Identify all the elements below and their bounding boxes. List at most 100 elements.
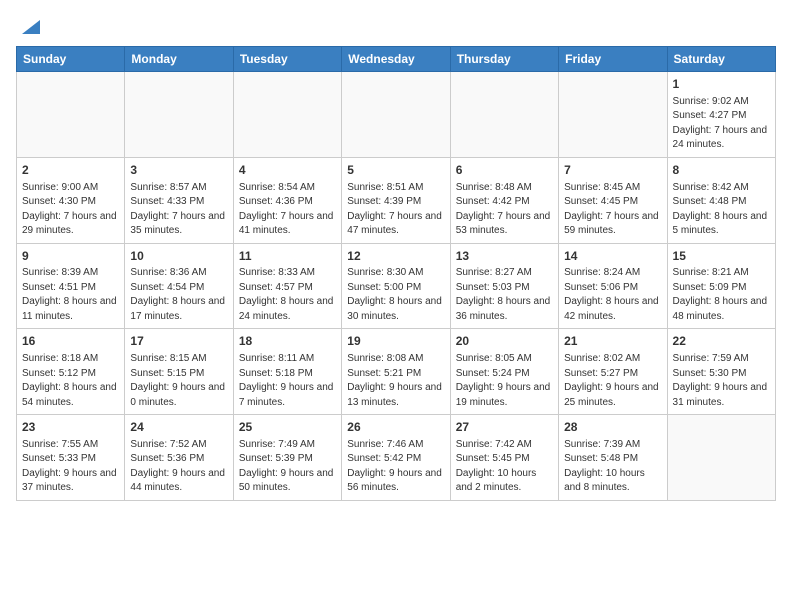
weekday-header-friday: Friday <box>559 47 667 72</box>
day-number: 12 <box>347 248 444 265</box>
calendar-week-row: 16 Sunrise: 8:18 AM Sunset: 5:12 PM Dayli… <box>17 329 776 415</box>
weekday-header-row: SundayMondayTuesdayWednesdayThursdayFrid… <box>17 47 776 72</box>
calendar-week-row: 1 Sunrise: 9:02 AM Sunset: 4:27 PM Daylig… <box>17 72 776 158</box>
day-info: Sunrise: 7:52 AM Sunset: 5:36 PM Dayligh… <box>130 438 227 496</box>
day-info: Sunrise: 8:15 AM Sunset: 5:15 PM Dayligh… <box>130 352 227 410</box>
day-info: Sunrise: 7:39 AM Sunset: 5:48 PM Dayligh… <box>564 438 661 496</box>
calendar-cell: 3Sunrise: 8:57 AM Sunset: 4:33 PM Daylig… <box>125 157 233 243</box>
day-number: 4 <box>239 162 336 179</box>
calendar-cell: 1 Sunrise: 9:02 AM Sunset: 4:27 PM Daylig… <box>667 72 775 158</box>
day-number: 1 <box>673 76 770 93</box>
day-number: 10 <box>130 248 227 265</box>
day-info: Sunrise: 8:51 AM Sunset: 4:39 PM Dayligh… <box>347 181 444 239</box>
calendar-cell: 28 Sunrise: 7:39 AM Sunset: 5:48 PM Dayli… <box>559 415 667 501</box>
day-number: 8 <box>673 162 770 179</box>
calendar-cell: 20Sunrise: 8:05 AM Sunset: 5:24 PM Dayli… <box>450 329 558 415</box>
day-info: Sunrise: 8:30 AM Sunset: 5:00 PM Dayligh… <box>347 266 444 324</box>
day-number: 18 <box>239 333 336 350</box>
day-info: Sunrise: 8:02 AM Sunset: 5:27 PM Dayligh… <box>564 352 661 410</box>
day-number: 14 <box>564 248 661 265</box>
calendar-cell: 14Sunrise: 8:24 AM Sunset: 5:06 PM Dayli… <box>559 243 667 329</box>
calendar-week-row: 9Sunrise: 8:39 AM Sunset: 4:51 PM Daylig… <box>17 243 776 329</box>
calendar-cell: 17 Sunrise: 8:15 AM Sunset: 5:15 PM Dayli… <box>125 329 233 415</box>
calendar-cell: 2 Sunrise: 9:00 AM Sunset: 4:30 PM Daylig… <box>17 157 125 243</box>
day-number: 13 <box>456 248 553 265</box>
day-number: 21 <box>564 333 661 350</box>
day-info: Sunrise: 8:39 AM Sunset: 4:51 PM Dayligh… <box>22 266 119 324</box>
day-info: Sunrise: 7:55 AM Sunset: 5:33 PM Dayligh… <box>22 438 119 496</box>
day-info: Sunrise: 8:21 AM Sunset: 5:09 PM Dayligh… <box>673 266 770 324</box>
day-number: 17 <box>130 333 227 350</box>
day-number: 6 <box>456 162 553 179</box>
day-info: Sunrise: 8:08 AM Sunset: 5:21 PM Dayligh… <box>347 352 444 410</box>
weekday-header-sunday: Sunday <box>17 47 125 72</box>
calendar-cell <box>342 72 450 158</box>
calendar-cell: 16 Sunrise: 8:18 AM Sunset: 5:12 PM Dayli… <box>17 329 125 415</box>
calendar-cell: 25Sunrise: 7:49 AM Sunset: 5:39 PM Dayli… <box>233 415 341 501</box>
day-info: Sunrise: 7:59 AM Sunset: 5:30 PM Dayligh… <box>673 352 770 410</box>
day-info: Sunrise: 8:36 AM Sunset: 4:54 PM Dayligh… <box>130 266 227 324</box>
calendar-cell: 22Sunrise: 7:59 AM Sunset: 5:30 PM Dayli… <box>667 329 775 415</box>
calendar-cell: 12Sunrise: 8:30 AM Sunset: 5:00 PM Dayli… <box>342 243 450 329</box>
calendar-week-row: 23 Sunrise: 7:55 AM Sunset: 5:33 PM Dayli… <box>17 415 776 501</box>
calendar-cell: 13Sunrise: 8:27 AM Sunset: 5:03 PM Dayli… <box>450 243 558 329</box>
calendar-cell: 19 Sunrise: 8:08 AM Sunset: 5:21 PM Dayli… <box>342 329 450 415</box>
day-info: Sunrise: 8:45 AM Sunset: 4:45 PM Dayligh… <box>564 181 661 239</box>
calendar-cell <box>233 72 341 158</box>
day-number: 19 <box>347 333 444 350</box>
calendar-cell <box>667 415 775 501</box>
calendar-cell: 7 Sunrise: 8:45 AM Sunset: 4:45 PM Daylig… <box>559 157 667 243</box>
day-info: Sunrise: 8:18 AM Sunset: 5:12 PM Dayligh… <box>22 352 119 410</box>
day-info: Sunrise: 8:42 AM Sunset: 4:48 PM Dayligh… <box>673 181 770 239</box>
day-info: Sunrise: 7:42 AM Sunset: 5:45 PM Dayligh… <box>456 438 553 496</box>
logo <box>16 16 40 38</box>
day-info: Sunrise: 8:48 AM Sunset: 4:42 PM Dayligh… <box>456 181 553 239</box>
calendar-body: 1 Sunrise: 9:02 AM Sunset: 4:27 PM Daylig… <box>17 72 776 501</box>
calendar-cell <box>559 72 667 158</box>
day-number: 16 <box>22 333 119 350</box>
calendar-cell: 10Sunrise: 8:36 AM Sunset: 4:54 PM Dayli… <box>125 243 233 329</box>
calendar-cell: 5 Sunrise: 8:51 AM Sunset: 4:39 PM Daylig… <box>342 157 450 243</box>
day-info: Sunrise: 9:02 AM Sunset: 4:27 PM Dayligh… <box>673 95 770 153</box>
day-info: Sunrise: 8:11 AM Sunset: 5:18 PM Dayligh… <box>239 352 336 410</box>
day-info: Sunrise: 8:54 AM Sunset: 4:36 PM Dayligh… <box>239 181 336 239</box>
calendar-cell: 23 Sunrise: 7:55 AM Sunset: 5:33 PM Dayli… <box>17 415 125 501</box>
day-number: 28 <box>564 419 661 436</box>
weekday-header-thursday: Thursday <box>450 47 558 72</box>
day-info: Sunrise: 8:05 AM Sunset: 5:24 PM Dayligh… <box>456 352 553 410</box>
day-info: Sunrise: 8:24 AM Sunset: 5:06 PM Dayligh… <box>564 266 661 324</box>
weekday-header-wednesday: Wednesday <box>342 47 450 72</box>
calendar-table: SundayMondayTuesdayWednesdayThursdayFrid… <box>16 46 776 501</box>
day-info: Sunrise: 8:33 AM Sunset: 4:57 PM Dayligh… <box>239 266 336 324</box>
calendar-header: SundayMondayTuesdayWednesdayThursdayFrid… <box>17 47 776 72</box>
calendar-cell: 9Sunrise: 8:39 AM Sunset: 4:51 PM Daylig… <box>17 243 125 329</box>
day-number: 23 <box>22 419 119 436</box>
calendar-cell: 26Sunrise: 7:46 AM Sunset: 5:42 PM Dayli… <box>342 415 450 501</box>
calendar-cell <box>17 72 125 158</box>
day-number: 27 <box>456 419 553 436</box>
calendar-cell: 18 Sunrise: 8:11 AM Sunset: 5:18 PM Dayli… <box>233 329 341 415</box>
calendar-cell: 6 Sunrise: 8:48 AM Sunset: 4:42 PM Daylig… <box>450 157 558 243</box>
logo-icon <box>18 16 40 38</box>
calendar-cell <box>450 72 558 158</box>
calendar-cell: 8 Sunrise: 8:42 AM Sunset: 4:48 PM Daylig… <box>667 157 775 243</box>
calendar-cell: 11Sunrise: 8:33 AM Sunset: 4:57 PM Dayli… <box>233 243 341 329</box>
calendar-cell: 27 Sunrise: 7:42 AM Sunset: 5:45 PM Dayli… <box>450 415 558 501</box>
page-header <box>16 16 776 38</box>
calendar-cell: 4 Sunrise: 8:54 AM Sunset: 4:36 PM Daylig… <box>233 157 341 243</box>
day-info: Sunrise: 9:00 AM Sunset: 4:30 PM Dayligh… <box>22 181 119 239</box>
day-number: 24 <box>130 419 227 436</box>
day-number: 9 <box>22 248 119 265</box>
calendar-week-row: 2 Sunrise: 9:00 AM Sunset: 4:30 PM Daylig… <box>17 157 776 243</box>
weekday-header-tuesday: Tuesday <box>233 47 341 72</box>
day-number: 26 <box>347 419 444 436</box>
day-number: 15 <box>673 248 770 265</box>
weekday-header-monday: Monday <box>125 47 233 72</box>
calendar-cell: 21 Sunrise: 8:02 AM Sunset: 5:27 PM Dayli… <box>559 329 667 415</box>
day-number: 5 <box>347 162 444 179</box>
calendar-cell: 24 Sunrise: 7:52 AM Sunset: 5:36 PM Dayli… <box>125 415 233 501</box>
day-number: 2 <box>22 162 119 179</box>
day-info: Sunrise: 7:49 AM Sunset: 5:39 PM Dayligh… <box>239 438 336 496</box>
day-number: 7 <box>564 162 661 179</box>
day-number: 3 <box>130 162 227 179</box>
